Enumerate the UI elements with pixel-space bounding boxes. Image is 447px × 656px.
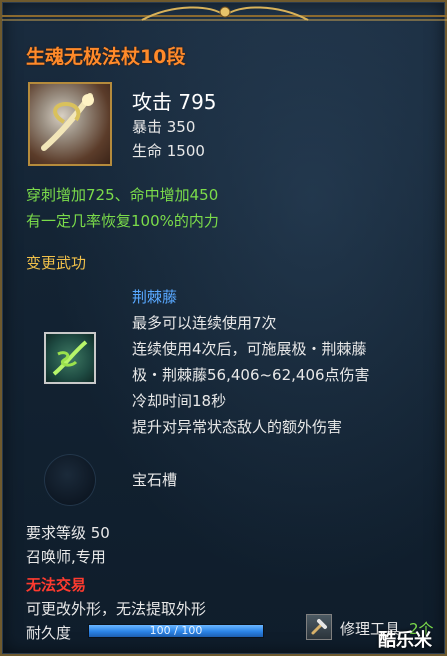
attack-stat: 攻击 795 [132,90,217,114]
durability-bar: 100 / 100 [88,624,264,638]
durability-label: 耐久度 [26,624,72,642]
appearance-note: 可更改外形，无法提取外形 [26,600,207,618]
crit-stat: 暴击 350 [132,118,196,136]
vine-skill-icon [44,332,96,384]
staff-icon [28,82,112,166]
required-level: 要求等级 50 [26,524,110,542]
item-name: 生魂无极法杖10段 [26,46,186,68]
watermark: 酷乐米 [378,630,432,651]
skill-line-3: 极・荆棘藤56,406~62,406点伤害 [132,366,370,384]
hp-stat: 生命 1500 [132,142,205,160]
gem-slot-icon[interactable] [44,454,96,506]
skill-name: 荆棘藤 [132,288,178,306]
ornate-border-top [2,6,447,21]
bonus-line-2: 有一定几率恢复100%的内力 [26,212,219,230]
skill-line-4: 冷却时间18秒 [132,392,227,410]
trade-status: 无法交易 [26,576,87,594]
hammer-icon[interactable] [306,614,332,640]
skill-line-2: 连续使用4次后，可施展极・荆棘藤 [132,340,367,358]
skill-line-1: 最多可以连续使用7次 [132,314,277,332]
bonus-line-1: 穿刺增加725、命中增加450 [26,186,219,204]
gem-slot-label: 宝石槽 [132,471,178,489]
durability-text: 100 / 100 [149,624,203,637]
section-title-change-skill: 变更武功 [26,254,87,272]
item-tooltip: 生魂无极法杖10段 攻击 795 暴击 350 生命 1500 穿刺增加725、… [0,0,447,656]
required-class: 召唤师,专用 [26,548,106,566]
skill-line-5: 提升对异常状态敌人的额外伤害 [132,418,343,436]
